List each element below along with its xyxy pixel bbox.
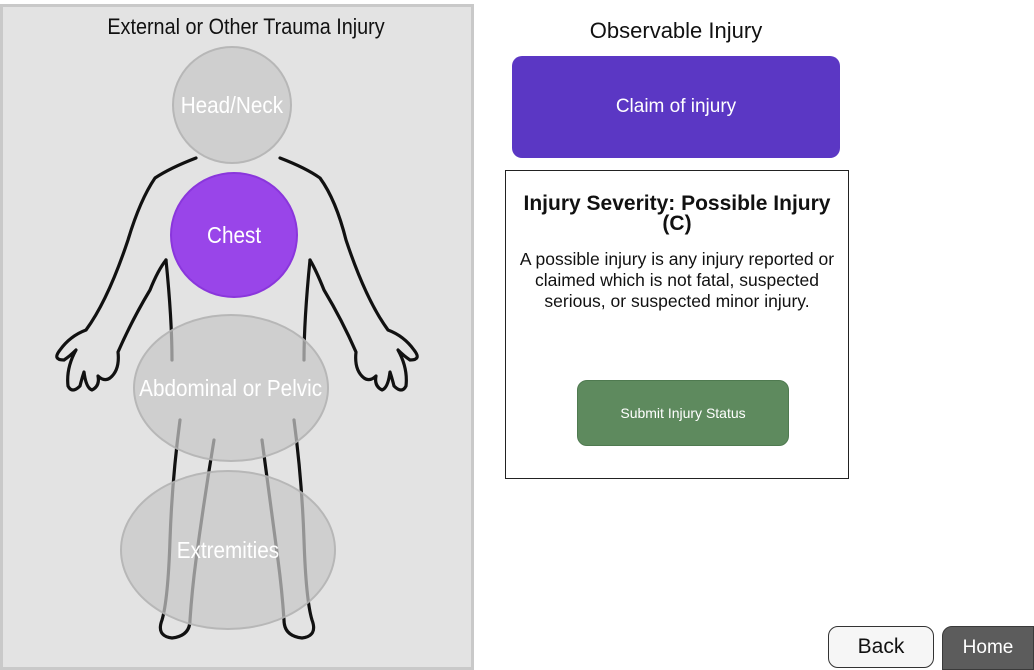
- body-map-title: External or Other Trauma Injury: [107, 14, 385, 39]
- claim-of-injury-button[interactable]: Claim of injury: [512, 56, 840, 158]
- home-button[interactable]: Home: [942, 626, 1034, 670]
- region-extremities-label: Extremities: [176, 536, 280, 563]
- region-head-neck[interactable]: Head/Neck: [172, 46, 292, 164]
- back-button[interactable]: Back: [828, 626, 934, 668]
- submit-injury-status-button[interactable]: Submit Injury Status: [577, 380, 789, 446]
- region-head-neck-label: Head/Neck: [180, 91, 284, 118]
- region-abdominal-pelvic[interactable]: Abdominal or Pelvic: [133, 314, 329, 462]
- injury-severity-panel: Injury Severity: Possible Injury (C) A p…: [505, 170, 849, 479]
- region-chest[interactable]: Chest: [170, 172, 298, 298]
- severity-title: Injury Severity: Possible Injury (C): [523, 192, 831, 235]
- severity-description: A possible injury is any injury reported…: [519, 249, 835, 311]
- region-chest-label: Chest: [206, 221, 262, 248]
- region-extremities[interactable]: Extremities: [120, 470, 336, 630]
- observable-injury-title: Observable Injury: [589, 18, 763, 43]
- region-abdominal-pelvic-label: Abdominal or Pelvic: [139, 374, 323, 401]
